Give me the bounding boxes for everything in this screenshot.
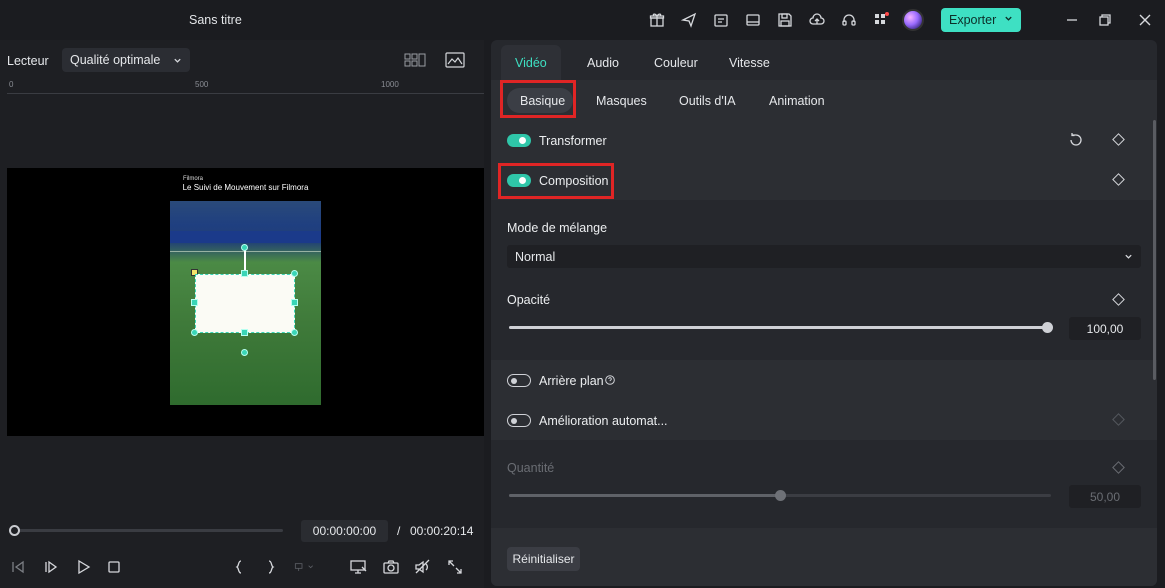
resize-handle[interactable] (241, 270, 248, 277)
resize-handle[interactable] (291, 299, 298, 306)
quality-dropdown[interactable]: Qualité optimale (62, 48, 190, 72)
tab-vitesse[interactable]: Vitesse (729, 56, 770, 70)
player-label: Lecteur (7, 54, 49, 68)
resize-handle[interactable] (191, 299, 198, 306)
cloud-upload-icon[interactable] (806, 9, 828, 31)
export-button[interactable]: Exporter (941, 8, 1021, 32)
playback-scrubber[interactable] (12, 529, 283, 532)
resize-handle[interactable] (241, 329, 248, 336)
opacity-label: Opacité (507, 293, 551, 307)
stop-icon[interactable] (104, 557, 124, 577)
move-handle[interactable] (241, 349, 248, 356)
ruler-tick: 1000 (381, 80, 399, 89)
chevron-down-icon (1124, 252, 1133, 261)
image-icon[interactable] (445, 52, 465, 68)
export-label: Exporter (949, 13, 997, 27)
resize-handle[interactable] (191, 329, 198, 336)
background-label: Arrière plan (539, 374, 604, 388)
send-icon[interactable] (678, 9, 700, 31)
subtab-basique[interactable]: Basique (520, 94, 565, 108)
headset-icon[interactable] (838, 9, 860, 31)
field-line (170, 251, 321, 252)
tab-audio[interactable]: Audio (587, 56, 619, 70)
ai-assistant-avatar[interactable] (902, 9, 924, 31)
opacity-fill (509, 326, 1047, 329)
auto-enhance-toggle[interactable] (507, 414, 531, 427)
tab-couleur[interactable]: Couleur (654, 56, 698, 70)
opacity-value-input[interactable]: 100,00 (1069, 317, 1141, 340)
mark-in-icon[interactable] (229, 557, 249, 577)
scrubber-knob[interactable] (9, 525, 20, 536)
transform-label: Transformer (539, 134, 607, 148)
panel-scrollbar[interactable] (1153, 120, 1156, 380)
ruler (7, 80, 484, 94)
subtab-masques[interactable]: Masques (596, 94, 647, 108)
blend-mode-value: Normal (515, 249, 556, 264)
opacity-slider-knob[interactable] (1042, 322, 1053, 333)
chevron-down-icon (1004, 14, 1013, 23)
opacity-slider[interactable] (509, 326, 1047, 329)
chevron-down-icon (173, 56, 182, 65)
composition-label: Composition (539, 174, 609, 188)
mark-out-icon[interactable] (261, 557, 281, 577)
grid-view-icon[interactable] (404, 53, 426, 67)
mute-audio-icon[interactable] (413, 557, 433, 577)
close-icon[interactable] (1134, 9, 1156, 31)
quality-value: Qualité optimale (70, 53, 161, 67)
snapshot-icon[interactable] (381, 557, 401, 577)
subtab-outils-ia[interactable]: Outils d'IA (679, 94, 736, 108)
video-brand-logo: Filmora (183, 176, 204, 182)
resize-handle[interactable] (291, 329, 298, 336)
reset-icon[interactable] (1068, 132, 1084, 148)
next-frame-icon[interactable] (41, 557, 61, 577)
blend-mode-label: Mode de mélange (507, 221, 608, 235)
quantity-label: Quantité (507, 461, 555, 475)
quantity-fill (509, 494, 780, 497)
gift-icon[interactable] (646, 9, 668, 31)
previous-frame-icon[interactable] (8, 557, 28, 577)
subtab-animation[interactable]: Animation (769, 94, 825, 108)
quantity-value-input: 50,00 (1069, 485, 1141, 508)
rotate-handle[interactable] (241, 244, 248, 251)
stadium-banner (170, 231, 321, 243)
auto-enhance-label: Amélioration automat... (539, 414, 668, 428)
footer-section (491, 528, 1157, 586)
minimize-icon[interactable] (1061, 9, 1083, 31)
blend-mode-dropdown[interactable]: Normal (507, 245, 1141, 268)
fullscreen-icon[interactable] (445, 557, 465, 577)
options-section (491, 360, 1157, 440)
window-title: Sans titre (189, 13, 242, 27)
ruler-tick: 500 (195, 80, 209, 89)
reset-button[interactable]: Réinitialiser (507, 547, 580, 571)
apps-grid-icon[interactable] (870, 9, 892, 31)
ruler-tick: 0 (9, 80, 14, 89)
restore-icon[interactable] (1094, 9, 1116, 31)
insert-icon[interactable] (294, 557, 314, 577)
background-toggle[interactable] (507, 374, 531, 387)
current-time[interactable]: 00:00:00:00 (301, 520, 388, 542)
transform-toggle[interactable] (507, 134, 531, 147)
resize-handle[interactable] (291, 270, 298, 277)
tab-video[interactable]: Vidéo (515, 56, 547, 70)
video-title-overlay: Le Suivi de Mouvement sur Filmora (182, 183, 309, 192)
calendar-icon[interactable] (710, 9, 732, 31)
layout-icon[interactable] (742, 9, 764, 31)
help-icon[interactable] (605, 375, 615, 385)
total-duration: 00:00:20:14 (410, 524, 474, 538)
composition-toggle[interactable] (507, 174, 531, 187)
play-icon[interactable] (73, 557, 93, 577)
quantity-slider-knob (775, 490, 786, 501)
tracking-selection-box[interactable] (195, 274, 295, 333)
save-icon[interactable] (774, 9, 796, 31)
time-separator: / (397, 524, 401, 538)
display-settings-icon[interactable] (349, 557, 369, 577)
